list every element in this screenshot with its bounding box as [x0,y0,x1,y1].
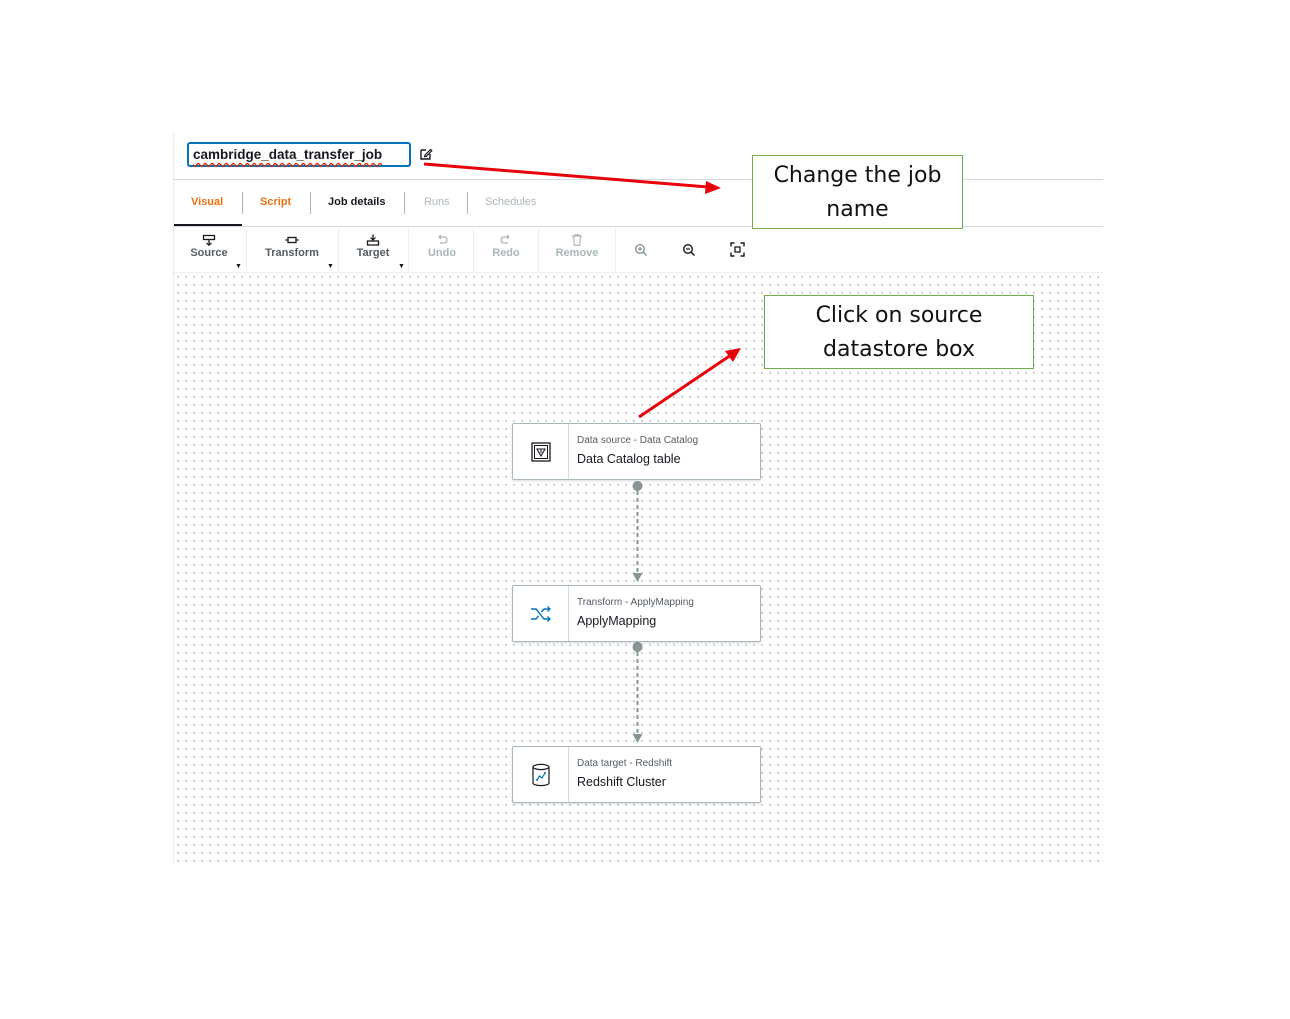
transform-button[interactable]: Transform [260,234,324,268]
callout-click-source: Click on source datastore box [764,295,1034,369]
node-icon-cell [513,586,569,641]
toolbar-separator [246,228,247,272]
redo-label: Redo [492,247,520,259]
node-data-source[interactable]: Data source - Data Catalog Data Catalog … [512,423,761,480]
tab-schedules[interactable]: Schedules [485,196,536,208]
transform-icon [285,236,299,244]
undo-button[interactable]: Undo [422,234,462,268]
tab-separator [310,192,311,214]
tab-separator [242,192,243,214]
tab-separator [467,192,468,214]
target-label: Target [356,247,390,259]
redshift-cluster-icon [531,763,550,786]
zoom-in-icon[interactable] [634,243,648,257]
trash-icon [572,234,582,246]
callout-change-job-name: Change the job name [752,155,963,229]
tab-separator [404,192,405,214]
node-icon-cell [513,424,569,479]
tabs-divider-bottom [173,226,1103,227]
source-icon [202,234,216,246]
tab-script[interactable]: Script [260,196,291,208]
fit-to-screen-icon[interactable] [730,242,745,257]
toolbar-separator [615,228,616,272]
tabs-divider-top [173,179,1103,180]
redo-button[interactable]: Redo [486,234,526,268]
toolbar-separator [408,228,409,272]
shuffle-icon [530,605,551,622]
source-dropdown-caret[interactable]: ▼ [235,263,242,270]
redo-icon [500,234,510,244]
tab-job-details[interactable]: Job details [328,196,385,208]
toolbar-separator [538,228,539,272]
toolbar-separator [473,228,474,272]
callout-line: datastore box [823,337,975,362]
remove-button[interactable]: Remove [552,234,602,268]
tab-visual[interactable]: Visual [191,196,223,208]
node-subtitle: Transform - ApplyMapping [577,597,694,608]
edit-icon[interactable] [419,147,433,161]
transform-label: Transform [265,247,319,259]
callout-line: Change the job [773,163,942,188]
source-label: Source [190,247,228,259]
node-subtitle: Data source - Data Catalog [577,435,699,446]
target-dropdown-caret[interactable]: ▼ [398,263,405,270]
target-button[interactable]: Target [352,234,394,268]
undo-icon [438,234,448,244]
callout-line: name [826,197,889,222]
transform-dropdown-caret[interactable]: ▼ [327,263,334,270]
node-title: ApplyMapping [577,614,657,628]
tab-runs[interactable]: Runs [424,196,450,208]
node-title: Redshift Cluster [577,775,666,789]
node-subtitle: Data target - Redshift [577,758,673,769]
job-name-input[interactable]: cambridge_data_transfer_job [187,142,411,167]
source-button[interactable]: Source [186,234,232,268]
target-icon [366,234,380,246]
node-icon-cell [513,747,569,802]
node-transform[interactable]: Transform - ApplyMapping ApplyMapping [512,585,761,642]
zoom-out-icon[interactable] [682,243,696,257]
callout-line: Click on source [815,303,983,328]
node-title: Data Catalog table [577,452,681,466]
job-name-text: cambridge_data_transfer_job [193,147,383,162]
node-data-target[interactable]: Data target - Redshift Redshift Cluster [512,746,761,803]
undo-label: Undo [427,247,457,259]
catalog-table-icon [530,441,551,462]
toolbar-separator [338,228,339,272]
remove-label: Remove [555,247,599,259]
